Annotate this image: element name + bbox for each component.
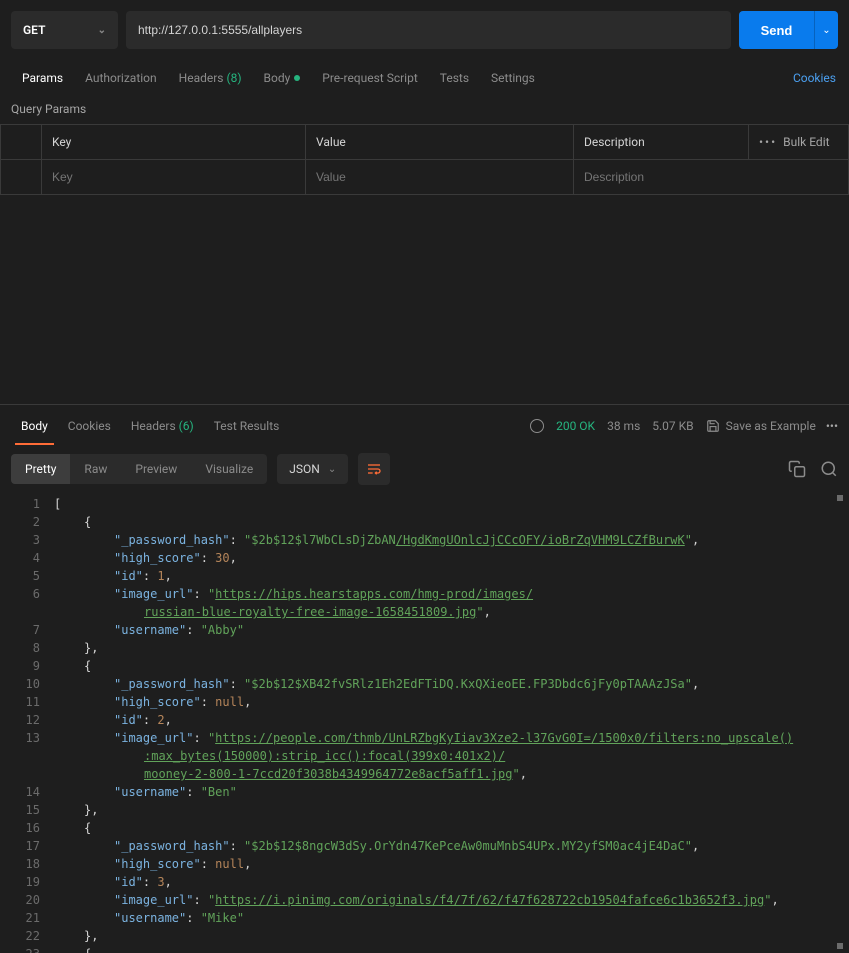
resp-tab-test-results[interactable]: Test Results: [204, 407, 290, 445]
params-key-header: Key: [42, 125, 306, 160]
resp-tab-headers[interactable]: Headers (6): [121, 407, 204, 445]
tab-authorization[interactable]: Authorization: [74, 62, 168, 94]
view-preview[interactable]: Preview: [121, 454, 191, 484]
copy-icon[interactable]: [788, 460, 806, 478]
params-actions-header: •••Bulk Edit: [749, 125, 849, 160]
params-value-header: Value: [306, 125, 574, 160]
body-indicator-dot: [294, 75, 300, 81]
url-input[interactable]: [126, 11, 731, 49]
response-area: Body Cookies Headers (6) Test Results 20…: [0, 404, 849, 953]
view-visualize[interactable]: Visualize: [191, 454, 267, 484]
send-dropdown[interactable]: ⌄: [814, 11, 838, 49]
query-params-label: Query Params: [0, 96, 849, 124]
response-body[interactable]: 1234567891011121314151617181920212223 [{…: [0, 491, 849, 953]
tab-body[interactable]: Body: [253, 62, 312, 94]
chevron-down-icon: ⌄: [98, 25, 106, 36]
tab-tests[interactable]: Tests: [429, 62, 480, 94]
response-size: 5.07 KB: [652, 419, 693, 433]
wrap-icon: [366, 461, 382, 477]
status-code: 200 OK: [556, 419, 595, 433]
method-label: GET: [23, 23, 45, 37]
bulk-edit-link[interactable]: •••Bulk Edit: [759, 135, 830, 149]
param-value-input[interactable]: [316, 170, 563, 184]
request-tabs: Params Authorization Headers (8) Body Pr…: [0, 60, 849, 96]
response-time: 38 ms: [607, 419, 640, 433]
tab-params[interactable]: Params: [11, 62, 74, 94]
resp-tab-body[interactable]: Body: [11, 407, 58, 445]
scrollbar-marker: [837, 495, 843, 501]
save-example-button[interactable]: Save as Example: [706, 419, 816, 433]
chevron-down-icon: ⌄: [328, 464, 336, 475]
wrap-button[interactable]: [358, 453, 390, 485]
send-button[interactable]: Send: [739, 11, 814, 49]
tab-settings[interactable]: Settings: [480, 62, 546, 94]
view-pretty[interactable]: Pretty: [11, 454, 70, 484]
params-desc-header: Description: [574, 125, 749, 160]
save-icon: [706, 419, 720, 433]
param-key-input[interactable]: [52, 170, 295, 184]
more-icon[interactable]: •••: [826, 419, 838, 433]
params-check-header: [1, 125, 42, 160]
view-segment: Pretty Raw Preview Visualize: [11, 454, 267, 484]
method-select[interactable]: GET ⌄: [11, 11, 118, 49]
scrollbar-marker: [837, 943, 843, 949]
tab-headers[interactable]: Headers (8): [168, 62, 253, 94]
resp-tab-cookies[interactable]: Cookies: [58, 407, 121, 445]
view-raw[interactable]: Raw: [70, 454, 121, 484]
table-row: [1, 160, 849, 195]
params-table: Key Value Description •••Bulk Edit: [0, 124, 849, 195]
tab-prerequest[interactable]: Pre-request Script: [311, 62, 428, 94]
chevron-down-icon: ⌄: [822, 25, 830, 36]
search-icon[interactable]: [820, 460, 838, 478]
param-desc-input[interactable]: [584, 170, 838, 184]
more-icon: •••: [759, 135, 777, 149]
line-gutter: 1234567891011121314151617181920212223: [0, 491, 54, 953]
code-content: [{"_password_hash": "$2b$12$l7WbCLsDjZbA…: [54, 491, 849, 953]
cookies-link[interactable]: Cookies: [791, 62, 838, 94]
format-select[interactable]: JSON ⌄: [277, 454, 348, 484]
globe-icon[interactable]: [530, 419, 544, 433]
